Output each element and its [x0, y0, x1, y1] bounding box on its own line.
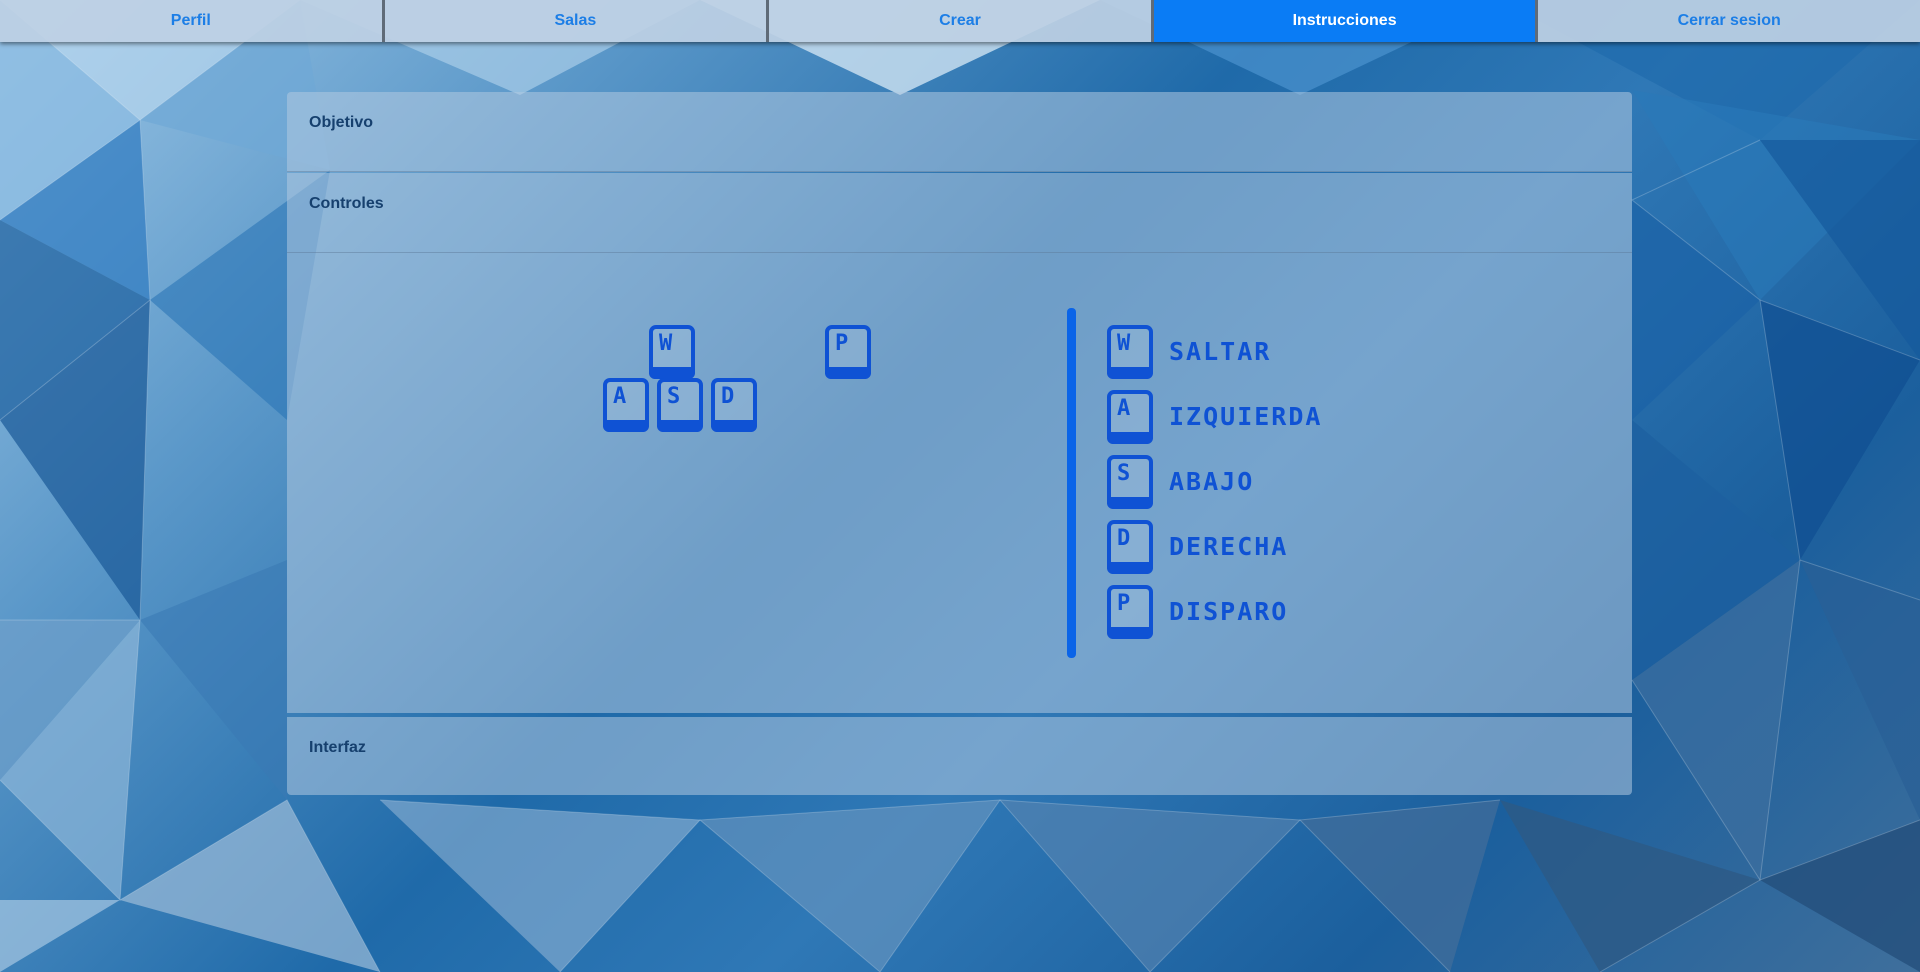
section-objetivo: Objetivo: [287, 92, 1632, 172]
key-letter: P: [1117, 591, 1131, 616]
keyboard-key-icon: D: [711, 378, 757, 432]
key-letter: W: [1117, 331, 1131, 356]
legend-action: DERECHA: [1169, 532, 1289, 561]
controls-content: W P A S D W SALTAR A IZQUIERDA S ABAJO D…: [287, 253, 1632, 713]
keyboard-key-icon: D: [1107, 520, 1153, 574]
top-navigation: Perfil Salas Crear Instrucciones Cerrar …: [0, 0, 1920, 42]
tab-perfil[interactable]: Perfil: [0, 0, 385, 42]
keyboard-key-icon: W: [649, 325, 695, 379]
tab-salas[interactable]: Salas: [384, 0, 770, 42]
key-letter: A: [613, 384, 627, 409]
tab-cerrar-sesion[interactable]: Cerrar sesion: [1538, 0, 1920, 42]
keyboard-key-icon: P: [1107, 585, 1153, 639]
keyboard-key-icon: A: [603, 378, 649, 432]
keyboard-key-icon: W: [1107, 325, 1153, 379]
keyboard-key-icon: S: [1107, 455, 1153, 509]
keyboard-key-icon: A: [1107, 390, 1153, 444]
key-letter: D: [721, 384, 735, 409]
tab-crear[interactable]: Crear: [769, 0, 1154, 42]
section-header-interfaz[interactable]: Interfaz: [287, 717, 1632, 795]
section-interfaz: Interfaz: [287, 717, 1632, 795]
key-letter: S: [667, 384, 681, 409]
key-letter: D: [1117, 526, 1131, 551]
tab-instrucciones[interactable]: Instrucciones: [1153, 0, 1539, 42]
section-controles: Controles W P A S D W SALTAR A IZQUIERDA…: [287, 173, 1632, 713]
key-letter: W: [659, 331, 673, 356]
legend-action: ABAJO: [1169, 467, 1255, 496]
section-header-objetivo[interactable]: Objetivo: [287, 92, 1632, 172]
key-letter: S: [1117, 461, 1131, 486]
keyboard-key-icon: S: [657, 378, 703, 432]
key-letter: P: [835, 331, 849, 356]
keyboard-key-icon: P: [825, 325, 871, 379]
legend-action: DISPARO: [1169, 597, 1289, 626]
legend-action: IZQUIERDA: [1169, 402, 1323, 431]
legend-action: SALTAR: [1169, 337, 1272, 366]
vertical-divider: [1067, 308, 1076, 658]
section-header-controles[interactable]: Controles: [287, 173, 1632, 253]
key-letter: A: [1117, 396, 1131, 421]
